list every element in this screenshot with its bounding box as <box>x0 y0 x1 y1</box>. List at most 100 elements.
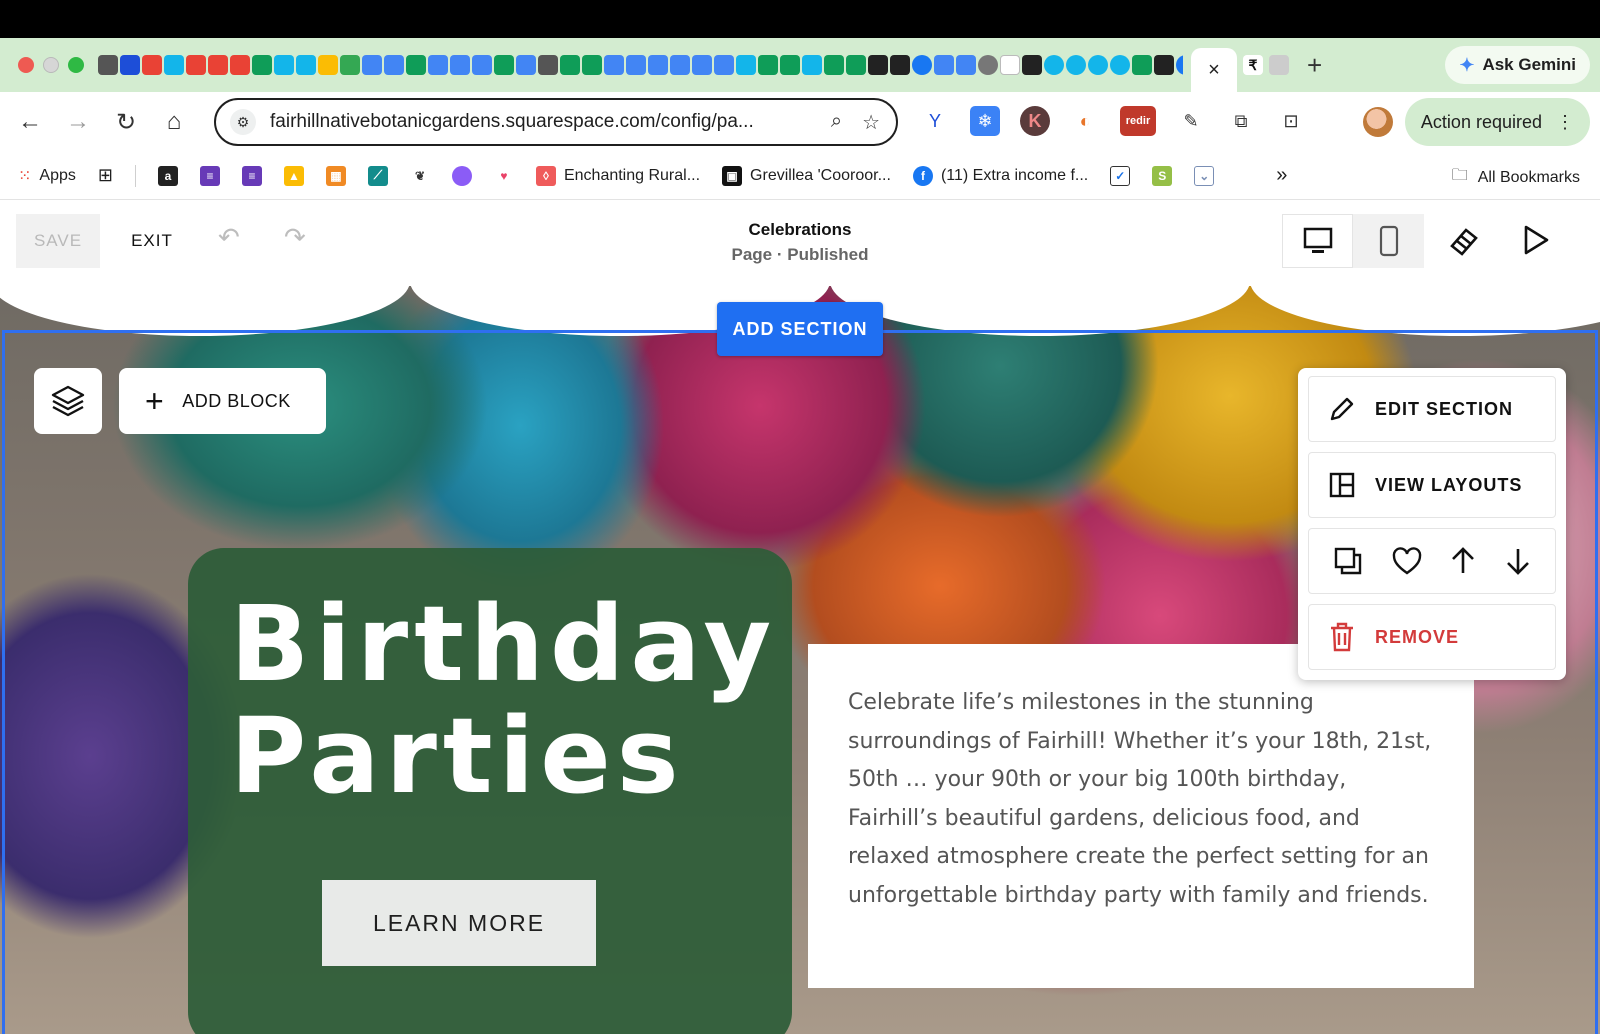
bookmark-leaf[interactable] <box>451 165 472 186</box>
tab-favicon[interactable] <box>1022 55 1042 75</box>
duplicate-icon[interactable] <box>1332 545 1364 577</box>
learn-more-button[interactable]: LEARN MORE <box>322 880 596 966</box>
tab-favicon[interactable] <box>912 55 932 75</box>
move-up-arrow-icon[interactable] <box>1449 545 1477 577</box>
tab-favicon[interactable] <box>252 55 272 75</box>
bookmark-star-icon[interactable]: ☆ <box>862 110 880 135</box>
bookmark-amazon[interactable]: a <box>157 165 178 186</box>
new-tab-button[interactable]: + <box>1307 50 1322 81</box>
extension-snowflake-icon[interactable]: ❄ <box>970 106 1000 136</box>
close-window-button[interactable] <box>18 57 34 73</box>
tab-favicon[interactable] <box>164 55 184 75</box>
tab-favicon[interactable] <box>1176 55 1183 75</box>
tab-favicon[interactable] <box>692 55 712 75</box>
tab-favicon[interactable] <box>868 55 888 75</box>
tab-favicon[interactable] <box>450 55 470 75</box>
extensions-puzzle-icon[interactable]: ⧉ <box>1226 106 1256 136</box>
tab-favicon[interactable] <box>846 55 866 75</box>
tab-favicon[interactable] <box>186 55 206 75</box>
tab-favicon[interactable] <box>120 55 140 75</box>
tab-favicon[interactable] <box>362 55 382 75</box>
minimize-window-button[interactable] <box>43 57 59 73</box>
tab-favicon[interactable] <box>582 55 602 75</box>
tab-favicon[interactable] <box>274 55 294 75</box>
bookmark-teal[interactable]: ⟋ <box>367 165 388 186</box>
tab-favicon[interactable] <box>516 55 536 75</box>
hero-heading[interactable]: Birthday Parties <box>230 588 771 812</box>
tab-favicon[interactable] <box>1269 55 1289 75</box>
add-section-button[interactable]: ADD SECTION <box>717 302 883 356</box>
active-tab[interactable]: × <box>1191 48 1237 92</box>
back-arrow-icon[interactable]: ← <box>6 108 54 136</box>
tab-favicon[interactable] <box>1000 55 1020 75</box>
bookmark-pocket[interactable]: ⌄ <box>1194 165 1215 186</box>
bookmark-heart[interactable]: ♥ <box>493 165 514 186</box>
tab-favicon[interactable] <box>142 55 162 75</box>
edit-section-button[interactable]: EDIT SECTION <box>1308 376 1556 442</box>
action-required-button[interactable]: Action required ⋮ <box>1404 98 1590 146</box>
tab-favicon[interactable] <box>538 55 558 75</box>
zoom-icon[interactable]: ⌕ <box>831 110 842 135</box>
close-tab-icon[interactable]: × <box>1208 59 1220 82</box>
add-block-button[interactable]: + ADD BLOCK <box>119 368 326 434</box>
tab-favicon[interactable] <box>934 55 954 75</box>
home-icon[interactable]: ⌂ <box>150 108 198 136</box>
tab-favicon[interactable] <box>98 55 118 75</box>
tab-favicon[interactable] <box>648 55 668 75</box>
tab-favicon[interactable] <box>604 55 624 75</box>
forward-arrow-icon[interactable]: → <box>54 108 102 136</box>
bookmark-grid[interactable]: ⊞ <box>98 165 113 186</box>
tab-favicon[interactable] <box>1044 55 1064 75</box>
extension-y-icon[interactable]: Y <box>920 106 950 136</box>
save-button[interactable]: SAVE <box>16 214 100 268</box>
bookmarks-overflow[interactable]: » <box>1276 164 1287 187</box>
view-layouts-button[interactable]: VIEW LAYOUTS <box>1308 452 1556 518</box>
tab-favicon[interactable] <box>1066 55 1086 75</box>
redo-icon[interactable]: ↷ <box>284 222 306 253</box>
bookmark-orange[interactable]: ▦ <box>325 165 346 186</box>
tab-favicon[interactable] <box>560 55 580 75</box>
heart-save-icon[interactable] <box>1391 546 1423 576</box>
undo-icon[interactable]: ↶ <box>218 222 240 253</box>
reload-icon[interactable]: ↻ <box>102 108 150 137</box>
bookmark-item-3[interactable]: f (11) Extra income f... <box>912 165 1088 186</box>
bookmark-shopify[interactable]: S <box>1152 165 1173 186</box>
tab-favicon[interactable] <box>296 55 316 75</box>
remove-section-button[interactable]: REMOVE <box>1308 604 1556 670</box>
bookmark-bird[interactable]: ❦ <box>409 165 430 186</box>
extension-flame-icon[interactable]: ◐ <box>1070 106 1100 136</box>
tab-favicon[interactable] <box>890 55 910 75</box>
tab-favicon[interactable] <box>472 55 492 75</box>
tab-favicon[interactable] <box>824 55 844 75</box>
tab-favicon[interactable] <box>340 55 360 75</box>
bookmark-apps[interactable]: ⁙ Apps <box>18 166 76 186</box>
bookmark-item-2[interactable]: ▣ Grevillea 'Cooroor... <box>722 165 891 186</box>
tab-favicon[interactable] <box>956 55 976 75</box>
extension-redir-icon[interactable]: redir <box>1120 106 1156 136</box>
tab-favicon[interactable] <box>494 55 514 75</box>
hero-body-text[interactable]: Celebrate life’s milestones in the stunn… <box>848 684 1434 915</box>
mobile-view-button[interactable] <box>1353 214 1424 268</box>
hero-text-card[interactable]: Celebrate life’s milestones in the stunn… <box>808 644 1474 988</box>
tab-favicon[interactable] <box>758 55 778 75</box>
tab-favicon[interactable] <box>428 55 448 75</box>
site-settings-icon[interactable]: ⚙ <box>230 109 256 135</box>
hero-title-card[interactable]: Birthday Parties LEARN MORE <box>188 548 792 1034</box>
desktop-view-button[interactable] <box>1282 214 1353 268</box>
tab-favicon[interactable] <box>626 55 646 75</box>
bookmark-drive[interactable]: ▲ <box>283 165 304 186</box>
tab-favicon[interactable] <box>208 55 228 75</box>
tab-search-icon[interactable]: ⊡ <box>1276 106 1306 136</box>
all-bookmarks[interactable]: 🗀 All Bookmarks <box>1452 164 1580 191</box>
tab-favicon[interactable] <box>714 55 734 75</box>
tab-favicon[interactable] <box>318 55 338 75</box>
tab-favicon[interactable] <box>736 55 756 75</box>
extension-k-icon[interactable]: K <box>1020 106 1050 136</box>
tab-favicon[interactable]: ₹ <box>1243 55 1263 75</box>
tab-favicon[interactable] <box>780 55 800 75</box>
tab-favicon[interactable] <box>1154 55 1174 75</box>
profile-avatar[interactable] <box>1363 107 1393 137</box>
tab-favicon[interactable] <box>802 55 822 75</box>
bookmark-forms-2[interactable]: ≡ <box>241 165 262 186</box>
preview-button[interactable] <box>1522 224 1550 261</box>
